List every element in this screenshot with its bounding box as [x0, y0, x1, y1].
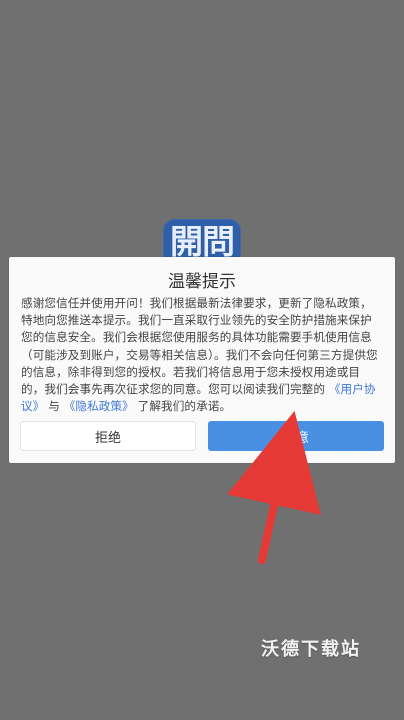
privacy-policy-link[interactable]: 《隐私政策》: [64, 399, 134, 413]
dialog-body: 感谢您信任并使用开问！我们根据最新法律要求，更新了隐私政策，特地向您推送本提示。…: [21, 295, 383, 415]
agree-button[interactable]: 同意: [208, 421, 384, 451]
agree-button-label: 同意: [282, 430, 309, 446]
watermark-text: 沃德下载站: [261, 639, 361, 660]
dialog-title: 温馨提示: [168, 272, 236, 292]
dialog-text-part2: 了解我们的承诺。: [137, 399, 232, 414]
dialog-text-part1: 感谢您信任并使用开问！我们根据最新法律要求，更新了隐私政策，特地向您推送本提示。…: [21, 296, 378, 397]
dialog-text-connector: 与: [48, 399, 60, 414]
dimmed-background: 開問 温馨提示 感谢您信任并使用开问！我们根据最新法律要求，更新了隐私政策，特地…: [0, 0, 404, 720]
decline-button[interactable]: 拒绝: [20, 421, 196, 451]
decline-button-label: 拒绝: [94, 430, 121, 446]
app-logo-text: 開問: [170, 222, 235, 261]
privacy-dialog: 温馨提示 感谢您信任并使用开问！我们根据最新法律要求，更新了隐私政策，特地向您推…: [9, 257, 395, 463]
